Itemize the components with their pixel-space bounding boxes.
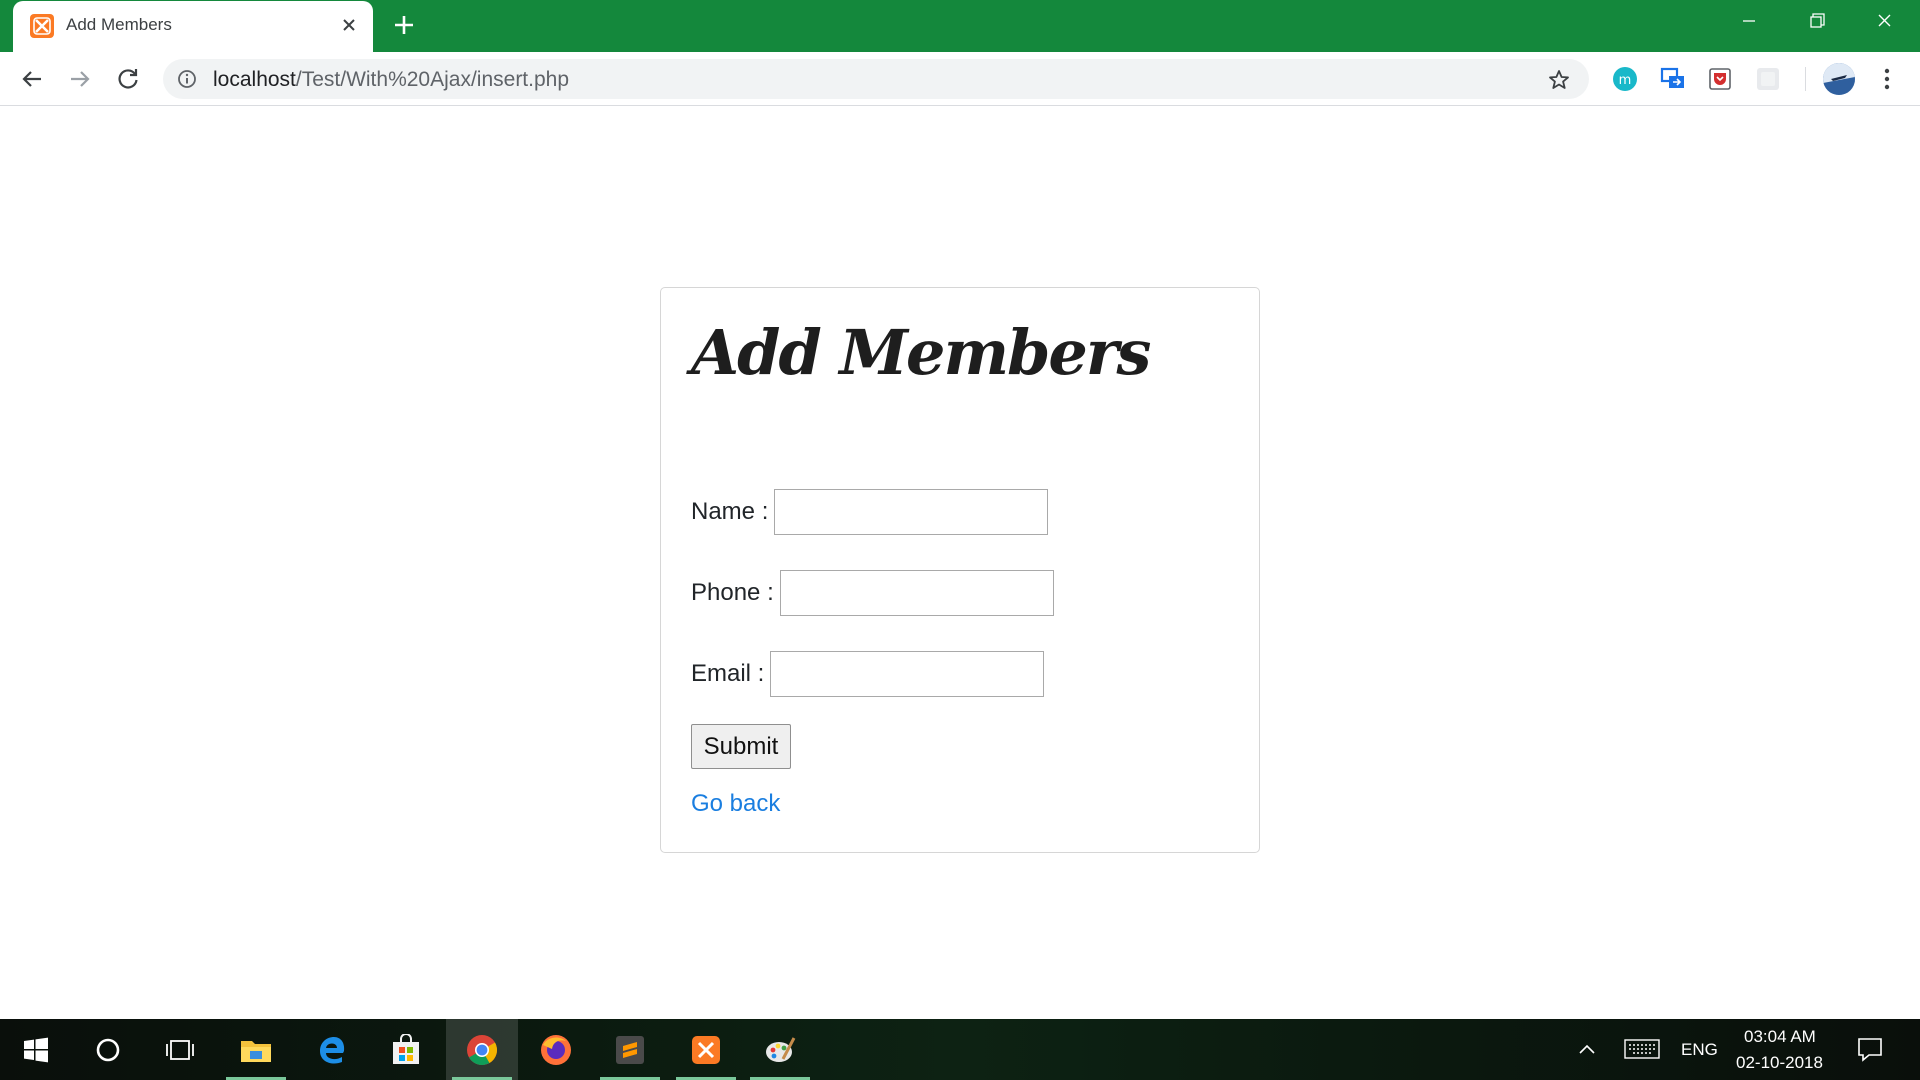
screen-share-extension-icon[interactable] (1660, 66, 1686, 92)
address-bar[interactable]: localhost/Test/With%20Ajax/insert.php (163, 59, 1589, 99)
restore-window-icon[interactable] (1782, 0, 1850, 42)
add-members-card: Add Members Name : Phone : Email : Submi… (660, 287, 1260, 853)
bookmark-star-icon[interactable] (1547, 68, 1571, 92)
pocket-extension-icon[interactable] (1707, 66, 1733, 92)
name-row: Name : (691, 489, 1049, 535)
profile-avatar[interactable] (1823, 63, 1855, 95)
language-indicator[interactable]: ENG (1681, 1040, 1718, 1060)
cortana-icon[interactable] (72, 1019, 144, 1080)
url-text: localhost/Test/With%20Ajax/insert.php (213, 68, 569, 92)
name-label: Name : (691, 498, 769, 525)
back-arrow-icon[interactable] (17, 64, 47, 94)
page-content: Add Members Name : Phone : Email : Submi… (0, 106, 1920, 1019)
close-window-icon[interactable] (1850, 0, 1918, 42)
url-path: /Test/With%20Ajax/insert.php (295, 68, 570, 91)
paint-icon[interactable] (744, 1019, 816, 1080)
submit-button[interactable]: Submit (691, 724, 791, 769)
go-back-link[interactable]: Go back (691, 790, 780, 818)
windows-start-icon[interactable] (0, 1019, 72, 1080)
clock-time[interactable]: 03:04 AM (1744, 1027, 1816, 1047)
store-icon[interactable] (370, 1019, 442, 1080)
minimize-window-icon[interactable] (1714, 0, 1782, 42)
page-title: Add Members (691, 316, 1151, 389)
email-label: Email : (691, 660, 765, 687)
browser-menu-icon[interactable] (1875, 65, 1899, 93)
action-center-icon[interactable] (1856, 1036, 1884, 1067)
email-input[interactable] (770, 651, 1045, 697)
firefox-icon[interactable] (520, 1019, 592, 1080)
chrome-icon[interactable] (446, 1019, 518, 1080)
toolbar-divider (1805, 67, 1806, 91)
browser-toolbar: localhost/Test/With%20Ajax/insert.php m (0, 52, 1920, 106)
touch-keyboard-icon[interactable] (1624, 1037, 1660, 1066)
browser-titlebar: Add Members (0, 0, 1920, 52)
url-host: localhost (213, 68, 296, 91)
tab-title: Add Members (66, 15, 172, 34)
forward-arrow-icon[interactable] (65, 64, 95, 94)
show-hidden-icons-icon[interactable] (1576, 1039, 1598, 1066)
svg-text:m: m (1619, 73, 1632, 88)
browser-tab[interactable]: Add Members (13, 1, 373, 52)
phone-row: Phone : (691, 570, 1054, 616)
file-explorer-icon[interactable] (220, 1019, 292, 1080)
sublime-text-icon[interactable] (594, 1019, 666, 1080)
clock-date[interactable]: 02-10-2018 (1736, 1053, 1823, 1073)
edge-icon[interactable] (296, 1019, 368, 1080)
reload-icon[interactable] (113, 64, 143, 94)
blank-extension-icon[interactable] (1755, 66, 1781, 92)
task-view-icon[interactable] (144, 1019, 216, 1080)
new-tab-icon[interactable] (390, 11, 418, 39)
phone-input[interactable] (779, 570, 1054, 616)
windows-taskbar: ENG 03:04 AM 02-10-2018 (0, 1019, 1920, 1080)
xampp-favicon-icon (30, 14, 54, 38)
meet-extension-icon[interactable]: m (1612, 66, 1638, 92)
name-input[interactable] (774, 489, 1049, 535)
xampp-icon[interactable] (670, 1019, 742, 1080)
site-info-icon[interactable] (177, 69, 197, 89)
phone-label: Phone : (691, 579, 774, 606)
email-row: Email : (691, 651, 1045, 697)
close-tab-icon[interactable] (336, 12, 362, 38)
